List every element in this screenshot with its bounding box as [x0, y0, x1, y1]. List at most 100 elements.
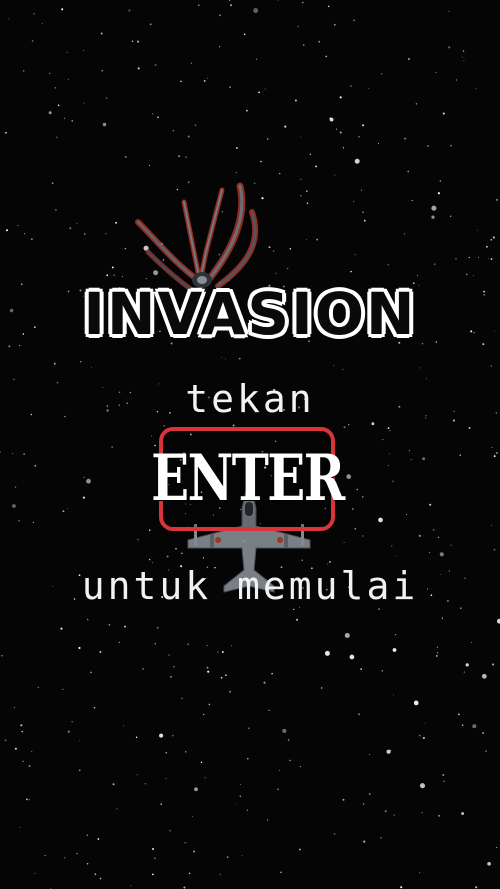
star [400, 886, 403, 889]
star [437, 192, 440, 195]
enter-key-button[interactable]: ENTER [151, 427, 345, 531]
star [436, 646, 439, 648]
star [488, 257, 490, 259]
star [61, 8, 64, 11]
star [18, 519, 20, 522]
star [419, 872, 421, 874]
star [471, 642, 472, 643]
star [4, 739, 7, 742]
star [277, 0, 279, 1]
star [461, 812, 465, 815]
star [194, 124, 197, 126]
star [253, 7, 259, 14]
star [118, 641, 121, 644]
star [466, 273, 468, 275]
star [160, 803, 162, 805]
star [136, 40, 140, 43]
star [105, 232, 107, 235]
star [496, 199, 498, 201]
star [156, 626, 159, 629]
star [229, 0, 231, 2]
star [78, 769, 81, 772]
star [404, 233, 406, 235]
star [289, 759, 291, 762]
star [152, 113, 154, 115]
star [151, 435, 152, 437]
star [148, 529, 151, 531]
star [294, 99, 297, 102]
star [428, 551, 431, 554]
star [459, 454, 461, 456]
star [382, 439, 384, 441]
star [172, 130, 174, 132]
star [348, 424, 350, 426]
star [111, 266, 114, 269]
star [418, 534, 421, 537]
star [62, 688, 64, 691]
star [475, 88, 477, 90]
star [266, 819, 269, 821]
star [171, 734, 174, 737]
star [442, 112, 445, 115]
star [181, 697, 183, 700]
star [490, 258, 493, 261]
star [360, 189, 363, 191]
star [333, 364, 335, 366]
star [344, 632, 350, 639]
star [246, 809, 249, 811]
star [221, 651, 224, 653]
star [362, 124, 365, 127]
star [325, 55, 328, 58]
star [342, 147, 345, 149]
star [461, 724, 464, 726]
star [493, 455, 496, 458]
star [53, 362, 56, 365]
star [392, 694, 394, 696]
star [137, 67, 140, 70]
star [458, 713, 460, 716]
prompt-start-text: untuk memulai [81, 564, 419, 608]
star [363, 219, 366, 222]
star [0, 451, 1, 453]
star [241, 855, 243, 857]
star [343, 426, 346, 429]
star [206, 645, 208, 647]
game-title: INVASION [0, 278, 500, 350]
star [442, 774, 445, 776]
star [148, 558, 151, 561]
star [86, 863, 89, 865]
star [272, 250, 275, 252]
star [490, 524, 492, 527]
star [124, 155, 127, 158]
star [246, 109, 248, 112]
star [106, 274, 109, 277]
star [302, 1, 304, 4]
star [300, 136, 302, 138]
star [99, 650, 102, 653]
star [404, 137, 407, 140]
star [411, 199, 413, 201]
star [218, 46, 221, 48]
star [154, 857, 156, 860]
star [315, 165, 318, 168]
star [266, 138, 269, 140]
star [318, 40, 321, 43]
star [8, 18, 10, 20]
star [204, 777, 206, 779]
star [408, 450, 410, 452]
star [151, 847, 155, 851]
star [236, 147, 238, 149]
star [435, 71, 437, 73]
star [51, 182, 54, 184]
star [67, 78, 70, 81]
star [356, 488, 359, 491]
star [229, 690, 232, 693]
star [238, 357, 241, 360]
star [175, 547, 177, 550]
star [220, 676, 223, 679]
star [450, 544, 452, 546]
star [468, 256, 470, 259]
star [30, 238, 33, 241]
star [482, 732, 484, 734]
star [112, 783, 115, 786]
